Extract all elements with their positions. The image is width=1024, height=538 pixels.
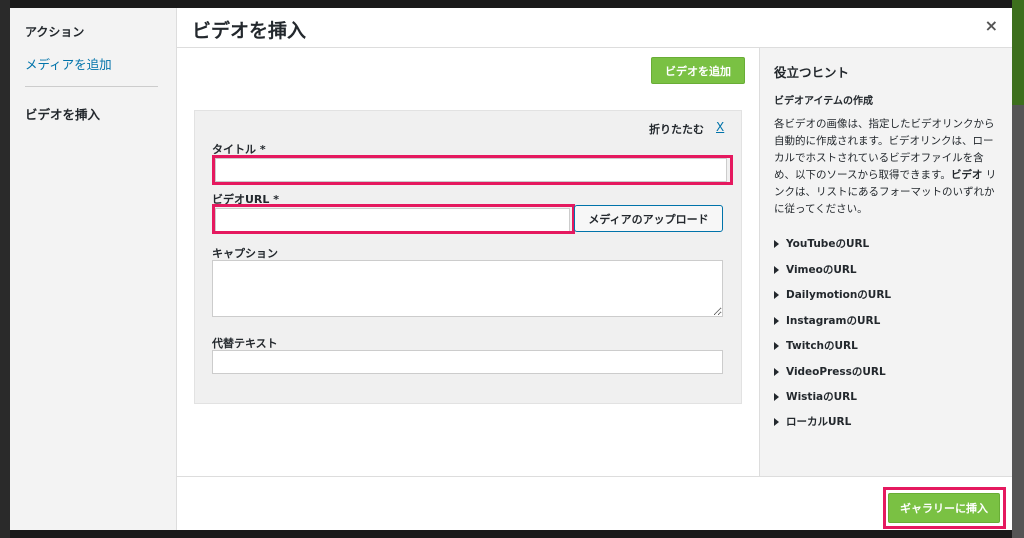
close-icon[interactable]: × — [985, 16, 998, 35]
modal-title: ビデオを挿入 — [192, 20, 307, 42]
backdrop-panel — [1012, 105, 1024, 538]
source-item-dailymotion[interactable]: DailymotionのURL — [774, 287, 891, 302]
caption-textarea[interactable] — [212, 260, 723, 317]
help-title: 役立つヒント — [774, 65, 850, 80]
menu-heading: アクション — [25, 25, 85, 39]
source-item-vimeo[interactable]: VimeoのURL — [774, 262, 857, 277]
source-item-label: ローカルURL — [786, 416, 852, 428]
video-item-panel: 折りたたむ X タイトル * ビデオURL * メディアのアップロード キャプシ… — [194, 110, 742, 404]
help-description-emphasis: ビデオ — [950, 169, 983, 181]
remove-item-link[interactable]: X — [716, 120, 724, 134]
expand-triangle-icon — [774, 342, 779, 350]
source-item-youtube[interactable]: YouTubeのURL — [774, 236, 869, 251]
source-item-label: VimeoのURL — [786, 264, 857, 276]
expand-triangle-icon — [774, 291, 779, 299]
expand-triangle-icon — [774, 317, 779, 325]
source-item-label: VideoPressのURL — [786, 366, 886, 378]
backdrop-accent — [1012, 0, 1024, 105]
upload-media-button[interactable]: メディアのアップロード — [574, 205, 723, 232]
modal-titlebar: ビデオを挿入 × — [177, 8, 1012, 48]
help-sidebar: 役立つヒント ビデオアイテムの作成 各ビデオの画像は、指定したビデオリンクから自… — [759, 48, 1012, 476]
expand-triangle-icon — [774, 393, 779, 401]
source-item-videopress[interactable]: VideoPressのURL — [774, 364, 886, 379]
alt-text-input[interactable] — [212, 350, 723, 374]
source-item-label: YouTubeのURL — [786, 238, 870, 250]
menu-item-add-media[interactable]: メディアを追加 — [25, 54, 112, 73]
modal-menu: アクション メディアを追加 ビデオを挿入 — [10, 8, 177, 530]
source-item-label: InstagramのURL — [786, 315, 881, 327]
expand-triangle-icon — [774, 418, 779, 426]
collapse-button[interactable]: 折りたたむ — [649, 121, 704, 137]
source-item-local[interactable]: ローカルURL — [774, 414, 851, 429]
title-input[interactable] — [215, 158, 727, 182]
help-description: 各ビデオの画像は、指定したビデオリンクから自動的に作成されます。ビデオリンクは、… — [774, 116, 999, 218]
add-video-button[interactable]: ビデオを追加 — [651, 57, 745, 84]
backdrop — [0, 0, 10, 538]
menu-separator — [25, 86, 158, 87]
source-item-label: DailymotionのURL — [786, 289, 892, 301]
insert-into-gallery-button[interactable]: ギャラリーに挿入 — [888, 493, 1000, 523]
caption-label: キャプション — [212, 247, 278, 260]
source-item-label: WistiaのURL — [786, 391, 857, 403]
expand-triangle-icon — [774, 240, 779, 248]
source-item-wistia[interactable]: WistiaのURL — [774, 389, 857, 404]
alt-text-label: 代替テキスト — [212, 337, 278, 350]
video-url-input[interactable] — [215, 208, 570, 232]
modal-content: ビデオを追加 折りたたむ X タイトル * ビデオURL * メディアのアップロ… — [177, 48, 759, 476]
source-item-twitch[interactable]: TwitchのURL — [774, 338, 858, 353]
expand-triangle-icon — [774, 368, 779, 376]
source-item-label: TwitchのURL — [786, 340, 858, 352]
expand-triangle-icon — [774, 266, 779, 274]
insert-video-modal: アクション メディアを追加 ビデオを挿入 ビデオを挿入 × ビデオを追加 折りた… — [10, 8, 1012, 530]
video-url-label: ビデオURL * — [212, 193, 279, 206]
title-label: タイトル * — [212, 143, 266, 156]
modal-footer: ギャラリーに挿入 — [177, 476, 1012, 530]
help-subtitle: ビデオアイテムの作成 — [774, 96, 873, 107]
menu-item-insert-video[interactable]: ビデオを挿入 — [25, 104, 100, 123]
source-item-instagram[interactable]: InstagramのURL — [774, 313, 880, 328]
